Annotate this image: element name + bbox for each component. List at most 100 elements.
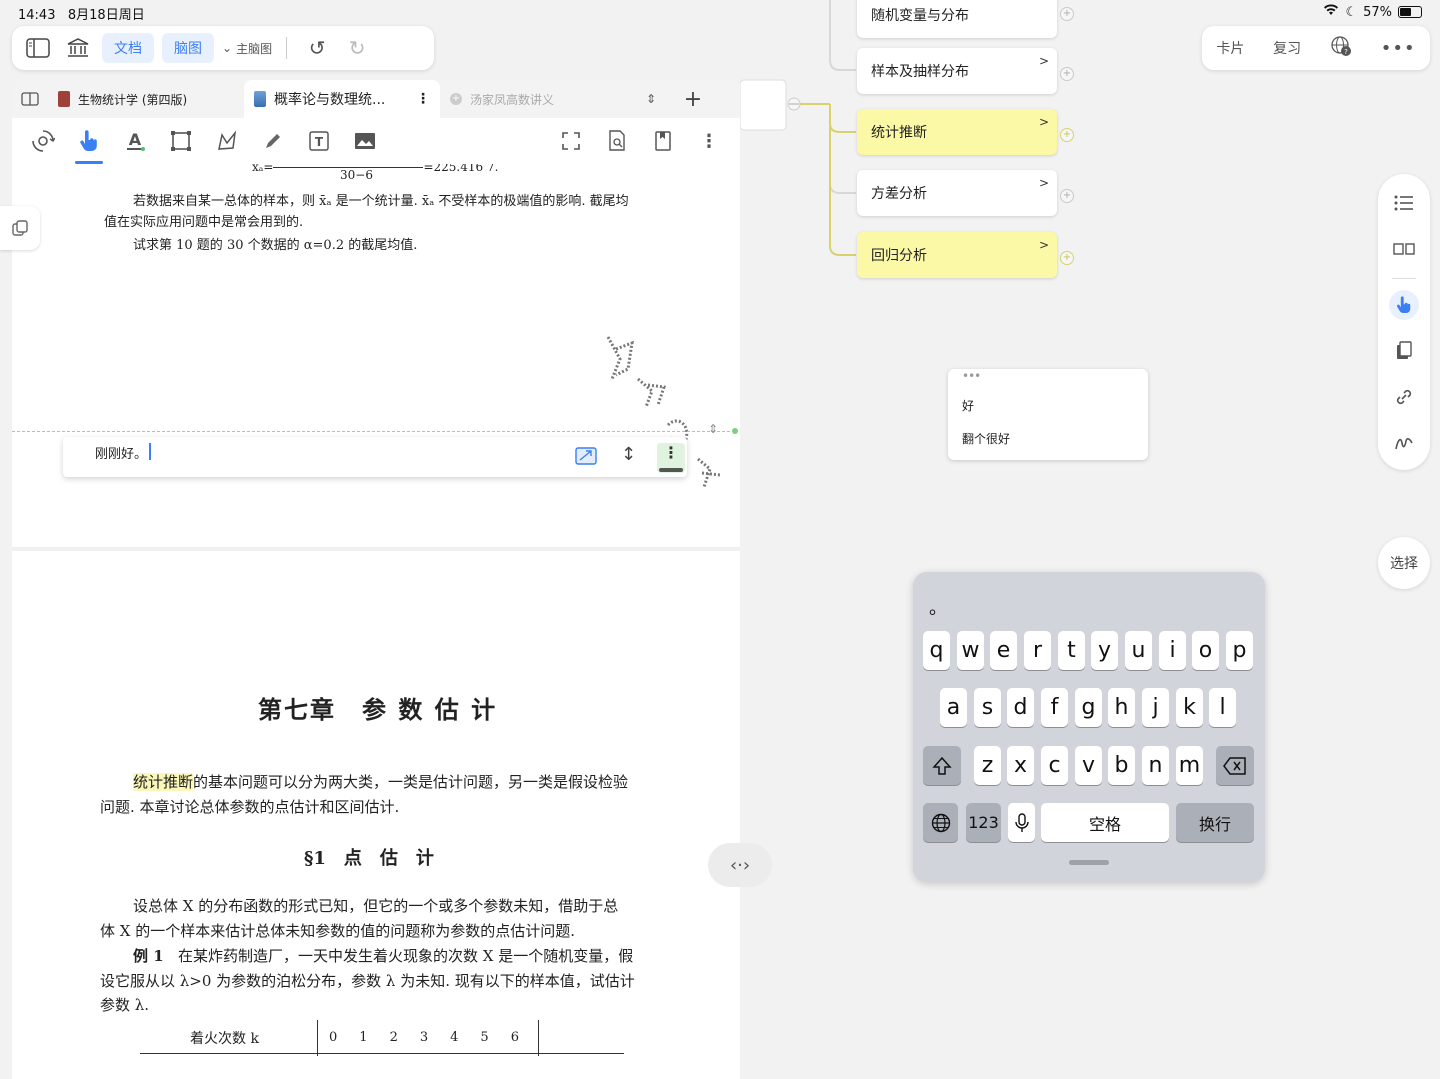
key-w[interactable]: w bbox=[957, 631, 984, 670]
keyboard-drag-handle[interactable] bbox=[1069, 860, 1109, 865]
key-v[interactable]: v bbox=[1075, 746, 1102, 785]
bookmark-icon[interactable] bbox=[640, 118, 686, 164]
tab-sort-icon[interactable]: ⇕ bbox=[630, 80, 672, 118]
scribble-icon[interactable] bbox=[1389, 428, 1419, 458]
image-icon[interactable] bbox=[342, 118, 388, 164]
key-j[interactable]: j bbox=[1142, 688, 1169, 727]
key-k[interactable]: k bbox=[1176, 688, 1203, 727]
mindmap-node[interactable]: 随机变量与分布 bbox=[857, 0, 1057, 38]
key-s[interactable]: s bbox=[974, 688, 1001, 727]
key-i[interactable]: i bbox=[1159, 631, 1186, 670]
mindmap-node[interactable]: 统计推断 > bbox=[857, 109, 1057, 155]
redo-icon[interactable]: ↻ bbox=[341, 32, 373, 64]
card-button[interactable]: 卡片 bbox=[1216, 38, 1244, 58]
rectangle-select-icon[interactable] bbox=[158, 118, 204, 164]
chevron-right-icon[interactable]: > bbox=[1039, 238, 1049, 252]
divider-handle-icon[interactable]: ⇕ bbox=[708, 422, 718, 436]
split-view-icon[interactable] bbox=[12, 80, 48, 118]
key-l[interactable]: l bbox=[1209, 688, 1236, 727]
add-node-icon[interactable]: + bbox=[1060, 7, 1074, 21]
key-o[interactable]: o bbox=[1192, 631, 1219, 670]
resize-vertical-icon[interactable]: ↕ bbox=[621, 444, 636, 465]
tab-tangjiafeng[interactable]: + 汤家凤高数讲义 bbox=[440, 80, 630, 118]
chevron-right-icon[interactable]: > bbox=[1039, 115, 1049, 129]
add-node-icon[interactable]: + bbox=[1060, 251, 1074, 265]
chevron-right-icon[interactable]: > bbox=[1039, 176, 1049, 190]
page-nav-toggle[interactable]: ‹·› bbox=[708, 843, 772, 887]
pen-icon[interactable] bbox=[250, 118, 296, 164]
key-p[interactable]: p bbox=[1226, 631, 1253, 670]
sidebar-toggle-icon[interactable] bbox=[22, 32, 54, 64]
dictation-key[interactable] bbox=[1008, 803, 1035, 842]
undo-icon[interactable]: ↺ bbox=[301, 32, 333, 64]
key-x[interactable]: x bbox=[1007, 746, 1034, 785]
card-menu-icon[interactable]: ••• bbox=[962, 369, 981, 383]
key-u[interactable]: u bbox=[1125, 631, 1152, 670]
key-n[interactable]: n bbox=[1142, 746, 1169, 785]
key-f[interactable]: f bbox=[1041, 688, 1068, 727]
key-b[interactable]: b bbox=[1108, 746, 1135, 785]
add-node-icon[interactable]: + bbox=[1060, 67, 1074, 81]
layout-icon[interactable] bbox=[1389, 234, 1419, 264]
image-toggle-icon[interactable] bbox=[575, 447, 597, 469]
tab-biostat[interactable]: 生物统计学 (第四版) bbox=[48, 80, 244, 118]
table-cell: 5 bbox=[480, 1030, 489, 1045]
tab-document[interactable]: 文档 bbox=[102, 33, 154, 63]
key-q[interactable]: q bbox=[923, 631, 950, 670]
key-e[interactable]: e bbox=[990, 631, 1017, 670]
shift-key[interactable] bbox=[923, 746, 961, 785]
copy-panel-button[interactable] bbox=[0, 206, 40, 250]
key-c[interactable]: c bbox=[1041, 746, 1068, 785]
more-icon[interactable]: ••• bbox=[1381, 38, 1416, 59]
web-help-icon[interactable]: ? bbox=[1330, 35, 1352, 61]
mindmap-node[interactable]: 方差分析 > bbox=[857, 170, 1057, 216]
mindmap-node[interactable]: 样本及抽样分布 > bbox=[857, 48, 1057, 94]
table-cell: 3 bbox=[419, 1030, 429, 1045]
globe-key[interactable] bbox=[923, 803, 958, 842]
add-node-icon[interactable]: + bbox=[1060, 189, 1074, 203]
more-vertical-icon[interactable]: ⋮ bbox=[686, 118, 732, 164]
suggestion-candidate[interactable]: 。 bbox=[929, 594, 947, 620]
key-h[interactable]: h bbox=[1108, 688, 1135, 727]
mindmap-node[interactable]: 回归分析 > bbox=[857, 232, 1057, 278]
key-t[interactable]: t bbox=[1058, 631, 1085, 670]
hand-pointer-icon[interactable] bbox=[66, 118, 112, 164]
lasso-icon[interactable] bbox=[204, 118, 250, 164]
doc-search-icon[interactable] bbox=[594, 118, 640, 164]
select-button[interactable]: 选择 bbox=[1378, 537, 1430, 589]
tab-menu-icon[interactable]: ⋮ bbox=[416, 91, 430, 107]
tab-mindmap[interactable]: 脑图 bbox=[162, 33, 214, 63]
settings-sync-icon[interactable] bbox=[20, 118, 66, 164]
note-card[interactable]: ••• 好 翻个很好 bbox=[948, 369, 1148, 460]
note-handle[interactable] bbox=[659, 468, 683, 472]
key-y[interactable]: y bbox=[1091, 631, 1118, 670]
text-highlight-icon[interactable]: A bbox=[112, 118, 158, 164]
key-g[interactable]: g bbox=[1075, 688, 1102, 727]
battery-percent: 57% bbox=[1363, 4, 1392, 20]
fullscreen-icon[interactable] bbox=[548, 118, 594, 164]
library-icon[interactable] bbox=[62, 32, 94, 64]
key-z[interactable]: z bbox=[974, 746, 1001, 785]
chevron-right-icon[interactable]: > bbox=[1039, 54, 1049, 68]
hand-pointer-icon[interactable] bbox=[1389, 290, 1419, 320]
tab-probability[interactable]: 概率论与数理统... ⋮ bbox=[244, 80, 440, 118]
space-key[interactable]: 空格 bbox=[1041, 803, 1169, 842]
new-tab-icon[interactable]: + bbox=[672, 80, 714, 118]
link-icon[interactable] bbox=[1389, 382, 1419, 412]
key-m[interactable]: m bbox=[1176, 746, 1203, 785]
text-box-icon[interactable]: T bbox=[296, 118, 342, 164]
key-r[interactable]: r bbox=[1024, 631, 1051, 670]
pdf-page[interactable]: x̄ₐ= =225.416 7. 30−6 若数据来自某一总体的样本，则 x̄ₐ … bbox=[12, 164, 740, 1079]
add-node-icon[interactable]: + bbox=[1060, 128, 1074, 142]
key-a[interactable]: a bbox=[940, 688, 967, 727]
outline-list-icon[interactable] bbox=[1389, 188, 1419, 218]
key-d[interactable]: d bbox=[1007, 688, 1034, 727]
note-text-input[interactable]: 刚刚好。 ↕ ⋮ bbox=[63, 437, 687, 477]
backspace-key[interactable] bbox=[1216, 746, 1254, 785]
mindmap-dropdown[interactable]: ⌄ 主脑图 bbox=[222, 40, 272, 57]
numbers-key[interactable]: 123 bbox=[966, 803, 1001, 842]
pages-icon[interactable] bbox=[1389, 336, 1419, 366]
review-button[interactable]: 复习 bbox=[1273, 38, 1301, 58]
highlighted-term[interactable]: 统计推断 bbox=[133, 773, 194, 791]
return-key[interactable]: 换行 bbox=[1176, 803, 1254, 842]
